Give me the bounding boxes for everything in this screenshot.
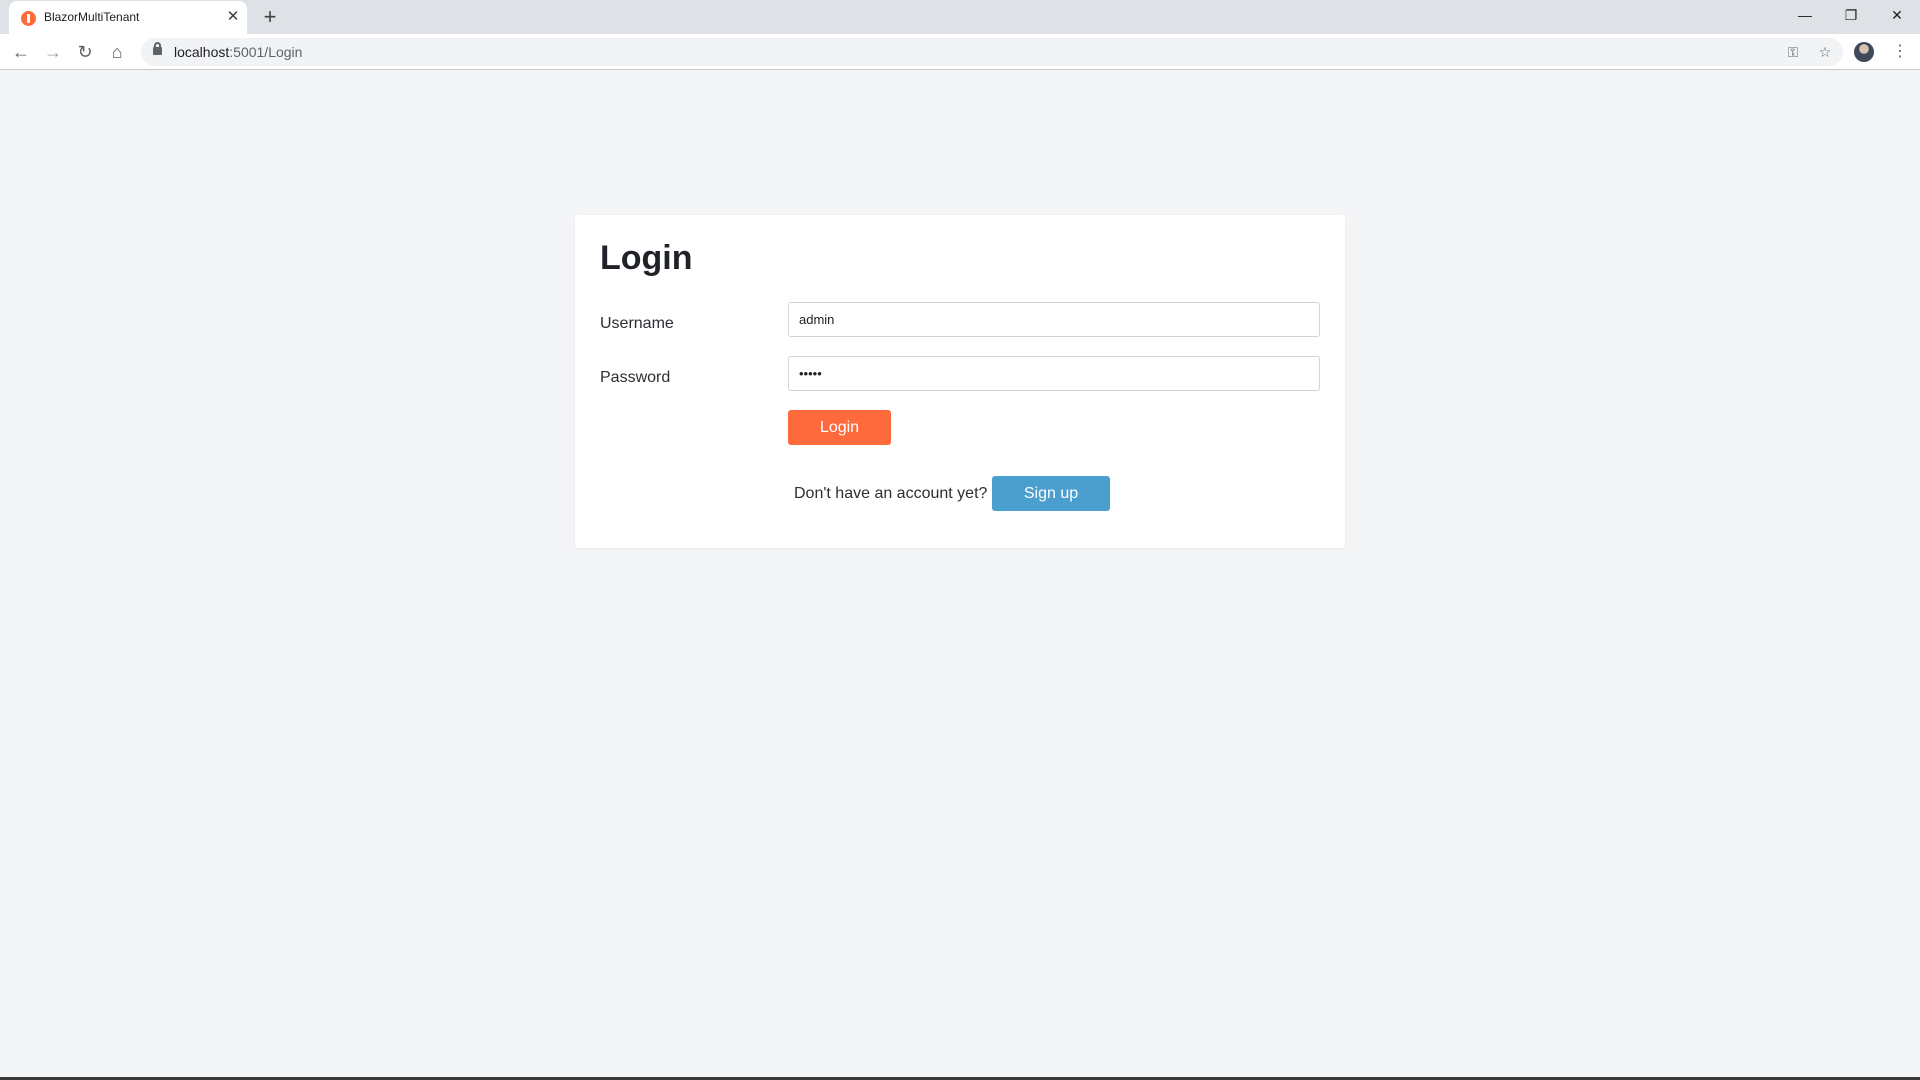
url-host: localhost <box>174 44 230 60</box>
reload-button[interactable]: ↻ <box>72 39 98 65</box>
password-label: Password <box>600 369 671 386</box>
favicon-icon <box>21 11 36 26</box>
url-text[interactable]: localhost:5001/Login <box>174 44 302 60</box>
address-bar[interactable]: localhost:5001/Login ⚿ ☆ <box>141 38 1843 66</box>
signup-prompt: Don't have an account yet? <box>794 485 988 502</box>
window-controls: — ❐ ✕ <box>1782 0 1920 30</box>
bookmark-star-icon[interactable]: ☆ <box>1814 41 1836 63</box>
tab-close-icon[interactable]: ✕ <box>223 7 243 27</box>
window-close-button[interactable]: ✕ <box>1874 0 1920 30</box>
username-input[interactable] <box>788 302 1320 337</box>
minimize-button[interactable]: — <box>1782 0 1828 30</box>
lock-icon[interactable] <box>153 42 162 55</box>
back-button[interactable]: ← <box>8 39 34 65</box>
page-title: Login <box>600 239 693 277</box>
tab-title: BlazorMultiTenant <box>44 10 140 24</box>
tab-strip: BlazorMultiTenant ✕ + — ❐ ✕ <box>0 0 1920 34</box>
page-content: Login Username Password Login Don't have… <box>0 71 1920 1080</box>
key-icon[interactable]: ⚿ <box>1782 41 1804 63</box>
browser-toolbar: ← → ↻ ⌂ localhost:5001/Login ⚿ ☆ ⋮ <box>0 34 1920 70</box>
profile-avatar[interactable] <box>1854 42 1874 62</box>
signup-button[interactable]: Sign up <box>992 476 1110 511</box>
login-button[interactable]: Login <box>788 410 891 445</box>
forward-button[interactable]: → <box>40 39 66 65</box>
restore-button[interactable]: ❐ <box>1828 0 1874 30</box>
browser-tab[interactable]: BlazorMultiTenant ✕ <box>9 1 247 34</box>
url-path: :5001/Login <box>229 44 303 60</box>
password-input[interactable] <box>788 356 1320 391</box>
login-card: Login Username Password Login Don't have… <box>575 215 1345 548</box>
username-label: Username <box>600 315 674 332</box>
browser-chrome: BlazorMultiTenant ✕ + — ❐ ✕ ← → ↻ ⌂ loca… <box>0 0 1920 70</box>
browser-menu-button[interactable]: ⋮ <box>1888 39 1912 65</box>
new-tab-button[interactable]: + <box>258 5 282 29</box>
home-button[interactable]: ⌂ <box>104 39 130 65</box>
